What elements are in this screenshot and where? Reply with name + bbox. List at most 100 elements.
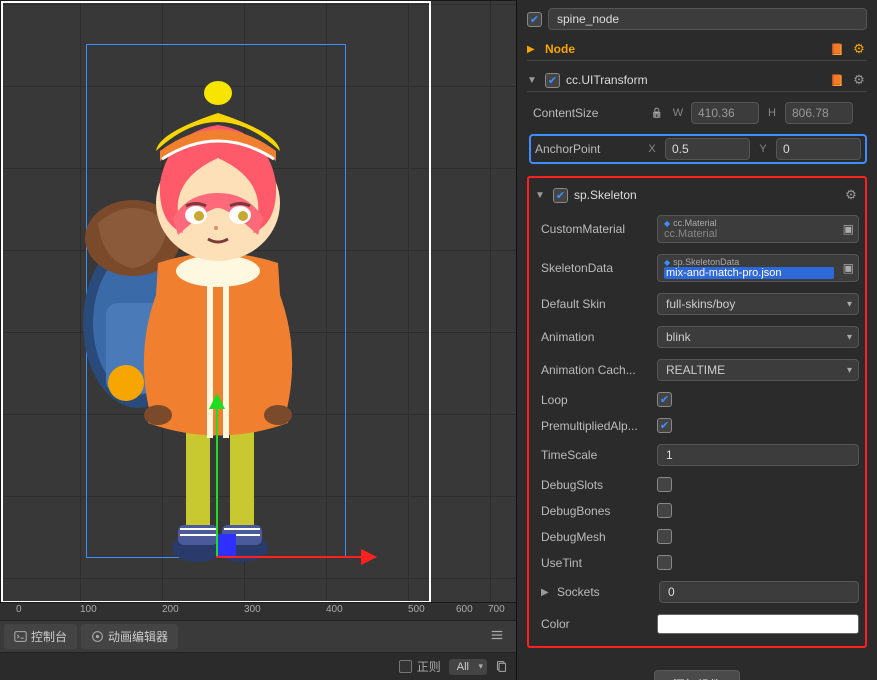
anim-cache-select[interactable]: REALTIME [657,359,859,381]
debug-mesh-row: DebugMesh [535,527,859,546]
tab-animation-editor[interactable]: 动画编辑器 [81,624,178,649]
use-tint-row: UseTint [535,553,859,572]
skeleton-gear-icon[interactable] [843,187,859,203]
skeleton-data-type: sp.SkeletonData [664,257,834,267]
default-skin-label: Default Skin [541,297,651,311]
animation-select[interactable]: blink [657,326,859,348]
color-label: Color [541,617,651,631]
log-filter-dropdown[interactable]: All [449,659,487,675]
anchor-x-input[interactable] [665,138,750,160]
inspector-panel: ▶ Node ▼ cc.UITransform ContentSize W H … [516,0,877,680]
node-name-input[interactable] [548,8,867,30]
animation-row: Animation blink [535,324,859,350]
ruler-x: 0 100 200 300 400 500 600 700 [0,602,516,620]
regex-checkbox[interactable] [399,660,412,673]
add-component-button[interactable]: 添加组件 [654,670,740,680]
panel-menu-icon[interactable] [482,624,512,649]
skeleton-enabled-checkbox[interactable] [553,188,568,203]
custom-material-input[interactable]: cc.Material cc.Material ▣ [657,215,859,243]
node-gear-icon[interactable] [851,41,867,57]
color-swatch[interactable] [657,614,859,634]
use-tint-checkbox[interactable] [657,555,672,570]
skeleton-section: ▼ sp.Skeleton CustomMaterial cc.Material… [527,176,867,648]
custom-material-type: cc.Material [664,218,834,228]
color-row: Color [535,612,859,636]
debug-slots-checkbox[interactable] [657,477,672,492]
y-axis-arrow [209,393,225,409]
skeleton-data-pick-icon[interactable]: ▣ [843,261,854,275]
uitransform-header[interactable]: ▼ cc.UITransform [527,69,867,92]
skeleton-data-input[interactable]: sp.SkeletonData mix-and-match-pro.json ▣ [657,254,859,282]
docs-icon[interactable] [829,41,845,57]
timescale-input[interactable] [657,444,859,466]
custom-material-value: cc.Material [664,228,834,240]
node-disclosure-icon[interactable]: ▶ [527,44,539,55]
debug-bones-label: DebugBones [541,504,651,518]
skeleton-header[interactable]: ▼ sp.Skeleton [535,184,859,206]
origin-handle[interactable] [216,534,236,556]
debug-mesh-checkbox[interactable] [657,529,672,544]
uitransform-enabled-checkbox[interactable] [545,73,560,88]
copy-icon[interactable] [495,660,508,673]
custom-material-row: CustomMaterial cc.Material cc.Material ▣ [535,213,859,245]
premul-row: PremultipliedAlp... [535,416,859,435]
viewport[interactable] [0,0,516,602]
node-header[interactable]: ▶ Node [527,38,867,61]
loop-checkbox[interactable] [657,392,672,407]
default-skin-row: Default Skin full-skins/boy [535,291,859,317]
tab-anim-label: 动画编辑器 [108,628,168,645]
bottom-tab-bar: 控制台 动画编辑器 [0,620,516,652]
contentsize-row: ContentSize W H [527,100,867,126]
regex-toggle[interactable]: 正则 [399,658,441,675]
w-label: W [671,107,685,119]
anchor-y-input[interactable] [776,138,861,160]
uitransform-disclosure-icon[interactable]: ▼ [527,75,539,86]
custom-material-pick-icon[interactable]: ▣ [843,222,854,236]
height-input[interactable] [785,102,853,124]
node-title: Node [545,42,823,56]
node-enabled-checkbox[interactable] [527,12,542,27]
x-axis-arrow [361,549,377,565]
scene-panel: 0 100 200 300 400 500 600 700 控制台 动画编辑器 … [0,0,516,680]
regex-label: 正则 [417,658,441,675]
skeleton-title: sp.Skeleton [574,188,837,202]
default-skin-select[interactable]: full-skins/boy [657,293,859,315]
console-icon [14,630,27,643]
node-name-row [527,8,867,30]
x-label: X [645,143,659,155]
tab-console[interactable]: 控制台 [4,624,77,649]
skeleton-data-value: mix-and-match-pro.json [664,267,834,279]
uitransform-gear-icon[interactable] [851,72,867,88]
debug-slots-row: DebugSlots [535,475,859,494]
custom-material-label: CustomMaterial [541,222,651,236]
sockets-input[interactable] [659,581,859,603]
h-label: H [765,107,779,119]
sockets-row: ▶ Sockets [535,579,859,605]
width-input[interactable] [691,102,759,124]
premul-checkbox[interactable] [657,418,672,433]
anim-cache-row: Animation Cach... REALTIME [535,357,859,383]
timescale-row: TimeScale [535,442,859,468]
sockets-disclosure-icon[interactable]: ▶ [541,587,551,598]
anchorpoint-label: AnchorPoint [535,142,639,156]
debug-bones-checkbox[interactable] [657,503,672,518]
skeleton-disclosure-icon[interactable]: ▼ [535,190,547,201]
lock-icon[interactable] [649,105,665,121]
sockets-label: Sockets [557,585,653,599]
use-tint-label: UseTint [541,556,651,570]
loop-row: Loop [535,390,859,409]
animation-label: Animation [541,330,651,344]
loop-label: Loop [541,393,651,407]
debug-bones-row: DebugBones [535,501,859,520]
anim-editor-icon [91,630,104,643]
console-filter-bar: 正则 All [0,652,516,680]
uitransform-docs-icon[interactable] [829,72,845,88]
y-label: Y [756,143,770,155]
y-axis [216,397,218,557]
timescale-label: TimeScale [541,448,651,462]
tab-console-label: 控制台 [31,628,67,645]
skeleton-data-label: SkeletonData [541,261,651,275]
contentsize-label: ContentSize [533,106,643,120]
anchorpoint-row: AnchorPoint X Y [529,134,867,164]
uitransform-title: cc.UITransform [566,73,823,87]
